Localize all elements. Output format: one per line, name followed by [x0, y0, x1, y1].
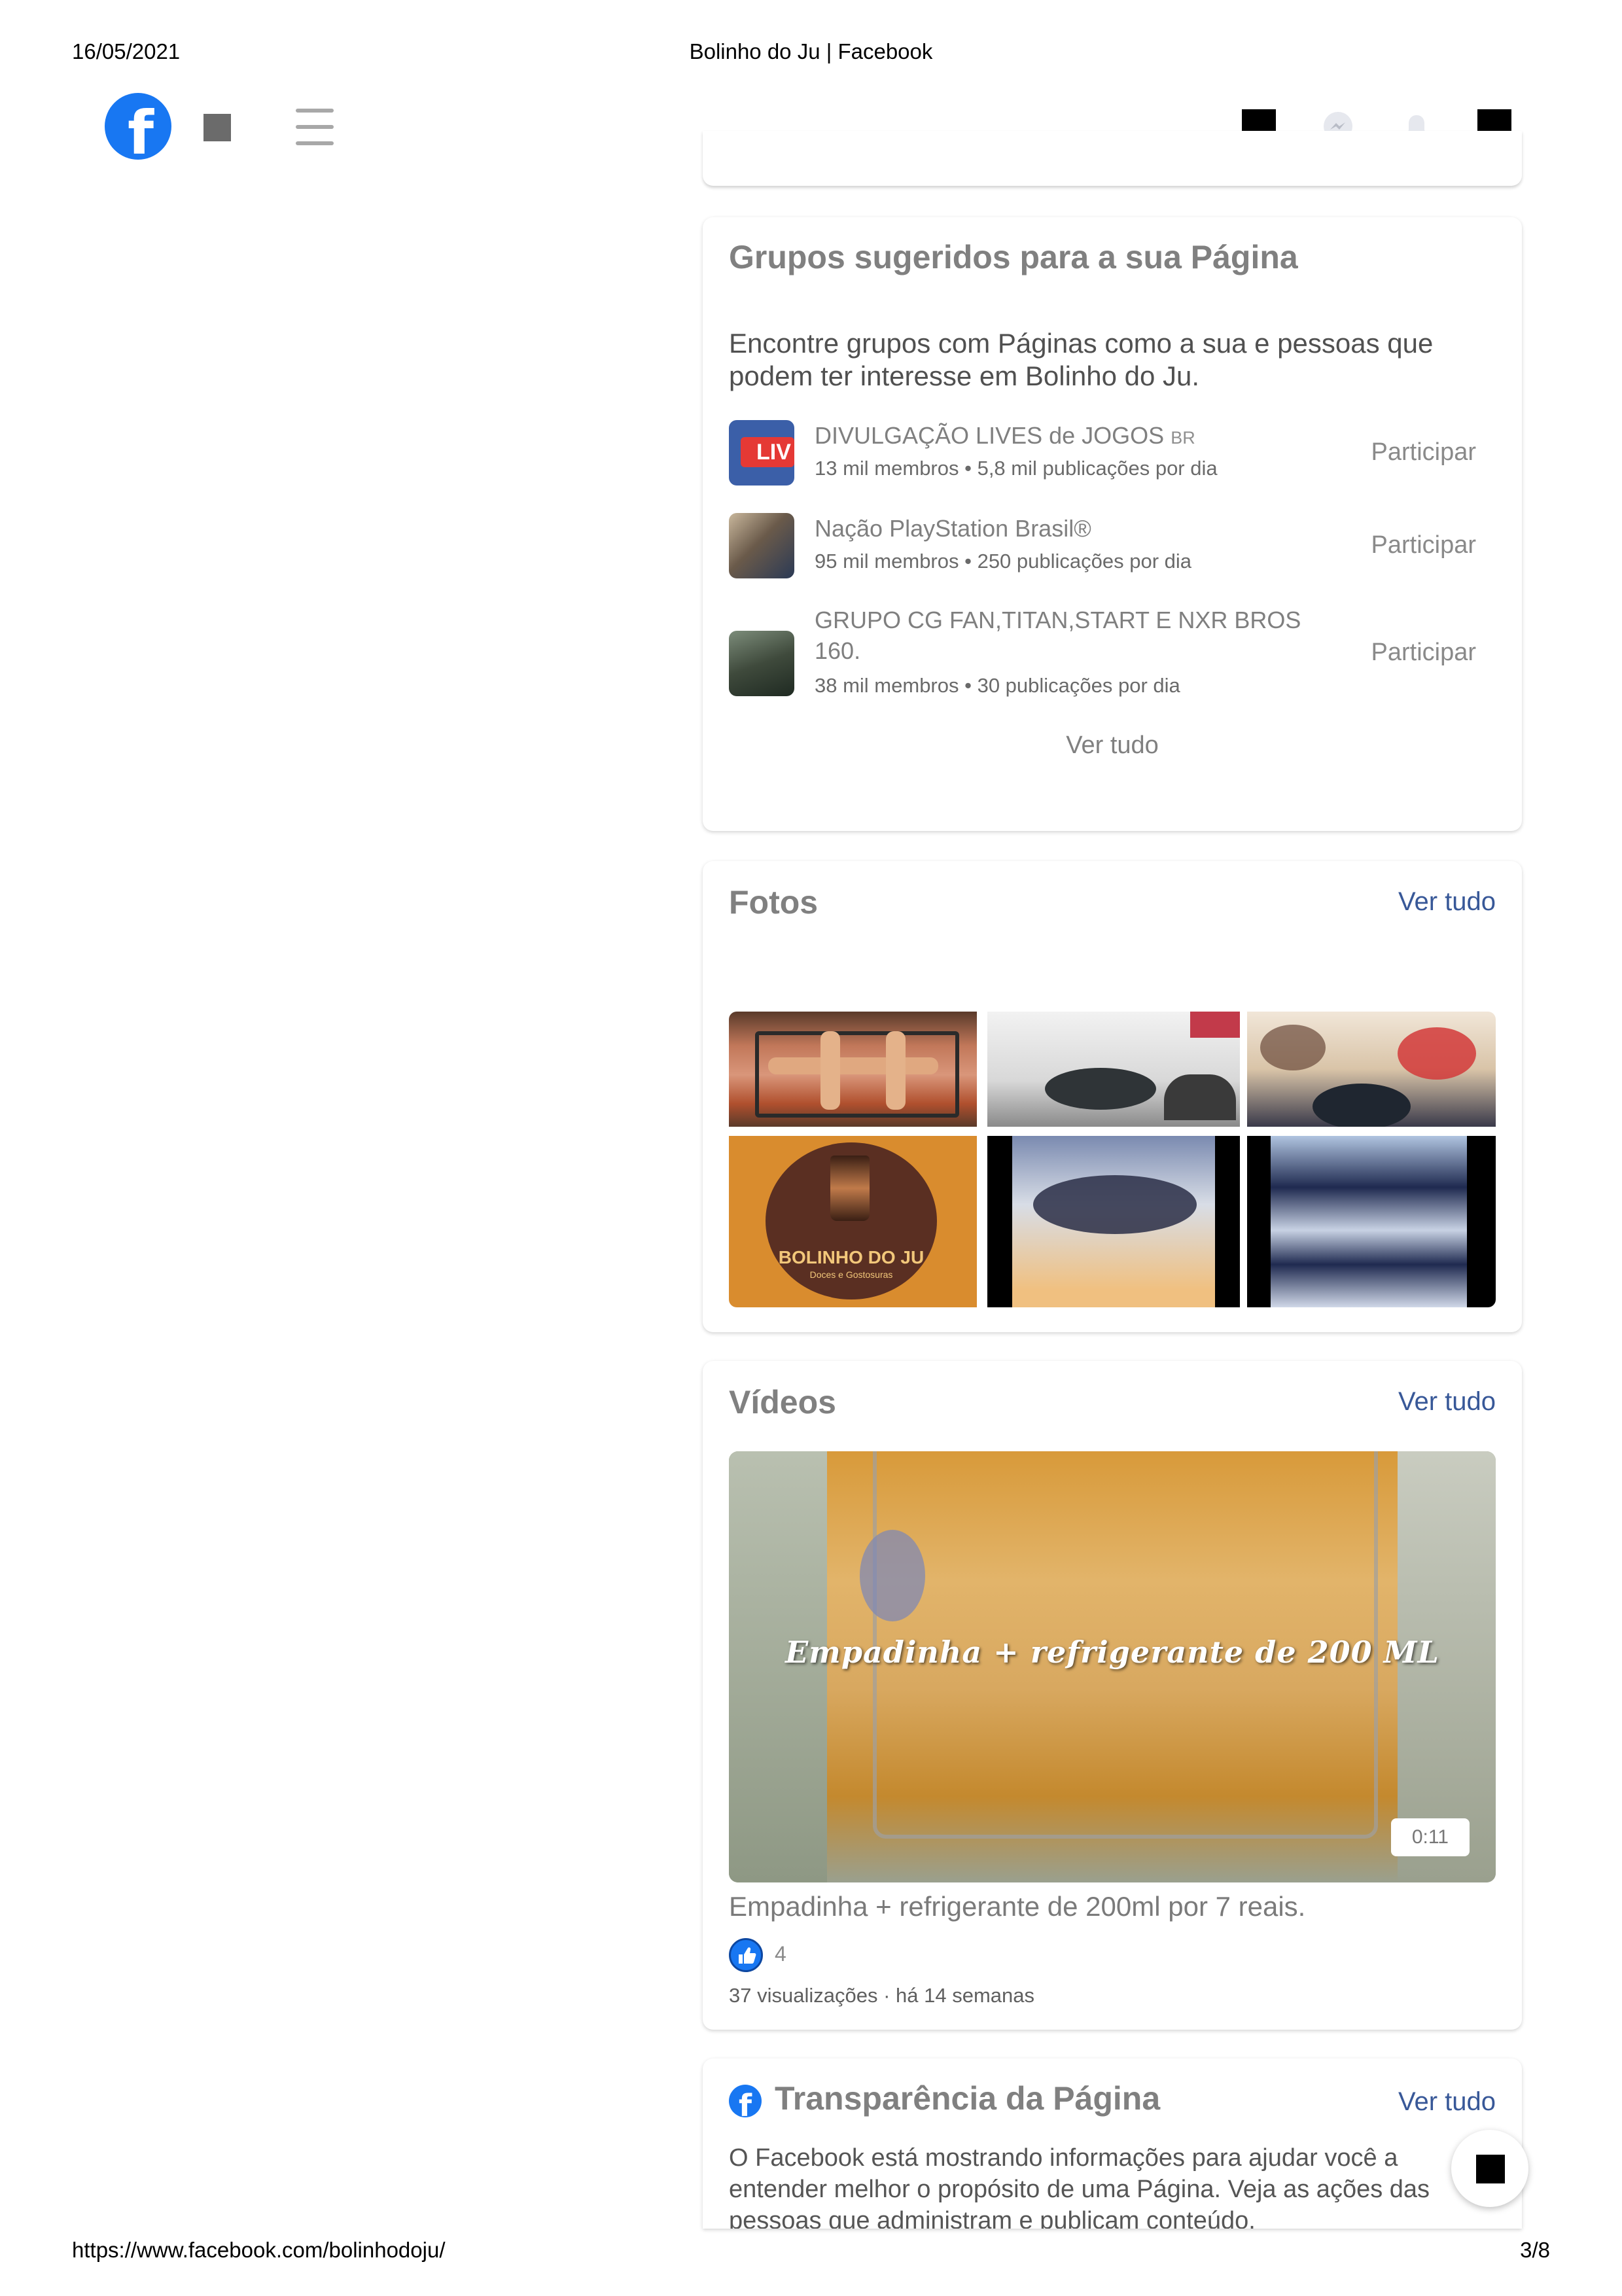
print-title: Bolinho do Ju | Facebook [689, 39, 933, 63]
facebook-icon: f [729, 2085, 762, 2117]
floating-square-button[interactable] [1451, 2130, 1528, 2207]
print-page-number: 3/8 [1520, 2238, 1550, 2262]
photos-card: Fotos Ver tudo BOLINHO DO JU Doces e Gos… [703, 861, 1522, 1332]
photos-card-title: Fotos [729, 884, 819, 921]
videos-card: Vídeos Ver tudo Empadinha + refrigerante… [703, 1361, 1522, 2030]
group-name[interactable]: DIVULGAÇÃO LIVES de JOGOS BR [815, 420, 1325, 453]
group-meta: 38 mil membros • 30 publicações por dia [815, 674, 1180, 697]
photo-thumbnail[interactable]: BOLINHO DO JU Doces e Gostosuras [729, 1136, 977, 1307]
group-item[interactable]: LIV DIVULGAÇÃO LIVES de JOGOS BR 13 mil … [729, 420, 1496, 492]
like-icon [729, 1938, 763, 1972]
join-group-button[interactable]: Participar [1371, 639, 1477, 667]
previous-card-bottom [703, 131, 1522, 186]
join-group-button[interactable]: Participar [1371, 438, 1477, 467]
transparency-card-title: Transparência da Página [775, 2080, 1161, 2117]
video-player[interactable]: Empadinha + refrigerante de 200 ML 0:11 [729, 1451, 1496, 1882]
group-meta: 13 mil membros • 5,8 mil publicações por… [815, 457, 1218, 480]
photo-thumbnail[interactable] [987, 1136, 1240, 1307]
groups-see-all-link[interactable]: Ver tudo [703, 732, 1522, 760]
print-url: https://www.facebook.com/bolinhodoju/ [72, 2238, 446, 2262]
group-country-tag: BR [1171, 428, 1195, 448]
groups-card: Grupos sugeridos para a sua Página Encon… [703, 217, 1522, 831]
group-thumbnail [729, 631, 794, 696]
video-title[interactable]: Empadinha + refrigerante de 200ml por 7 … [729, 1891, 1305, 1922]
photo-thumbnail[interactable] [1247, 1012, 1496, 1127]
facebook-logo[interactable]: f [105, 93, 171, 160]
videos-card-title: Vídeos [729, 1384, 836, 1421]
transparency-text: O Facebook está mostrando informações pa… [729, 2144, 1430, 2229]
group-thumbnail-text: LIV [756, 440, 791, 465]
square-icon [1476, 2155, 1505, 2183]
group-item[interactable]: Nação PlayStation Brasil® 95 mil membros… [729, 513, 1496, 585]
photo-thumbnail[interactable] [729, 1012, 977, 1127]
photo-logo-subtext: Doces e Gostosuras [809, 1269, 893, 1280]
like-count: 4 [775, 1942, 786, 1966]
photo-logo-text: BOLINHO DO JU [778, 1247, 925, 1267]
square-icon[interactable] [203, 114, 231, 141]
videos-see-all-link[interactable]: Ver tudo [1398, 1387, 1496, 1417]
video-meta: 37 visualizações · há 14 semanas [729, 1984, 1034, 2007]
video-overlay-text: Empadinha + refrigerante de 200 ML [785, 1634, 1439, 1670]
photos-see-all-link[interactable]: Ver tudo [1398, 887, 1496, 917]
photo-thumbnail[interactable] [987, 1012, 1240, 1127]
group-thumbnail [729, 513, 794, 578]
facebook-logo-letter: f [127, 98, 154, 160]
transparency-card: f Transparência da Página Ver tudo O Fac… [703, 2058, 1522, 2229]
video-duration: 0:11 [1390, 1818, 1470, 1856]
menu-icon[interactable] [296, 109, 334, 145]
group-item[interactable]: GRUPO CG FAN,TITAN,START E NXR BROS 160.… [729, 605, 1496, 703]
group-name[interactable]: GRUPO CG FAN,TITAN,START E NXR BROS 160. [815, 605, 1325, 666]
group-name[interactable]: Nação PlayStation Brasil® [815, 513, 1325, 544]
group-meta: 95 mil membros • 250 publicações por dia [815, 550, 1192, 573]
groups-card-description: Encontre grupos com Páginas como a sua e… [729, 328, 1434, 391]
groups-card-title: Grupos sugeridos para a sua Página [729, 239, 1298, 275]
group-thumbnail: LIV [729, 420, 794, 486]
transparency-see-all-link[interactable]: Ver tudo [1398, 2087, 1496, 2117]
join-group-button[interactable]: Participar [1371, 531, 1477, 559]
photo-thumbnail[interactable] [1247, 1136, 1496, 1307]
